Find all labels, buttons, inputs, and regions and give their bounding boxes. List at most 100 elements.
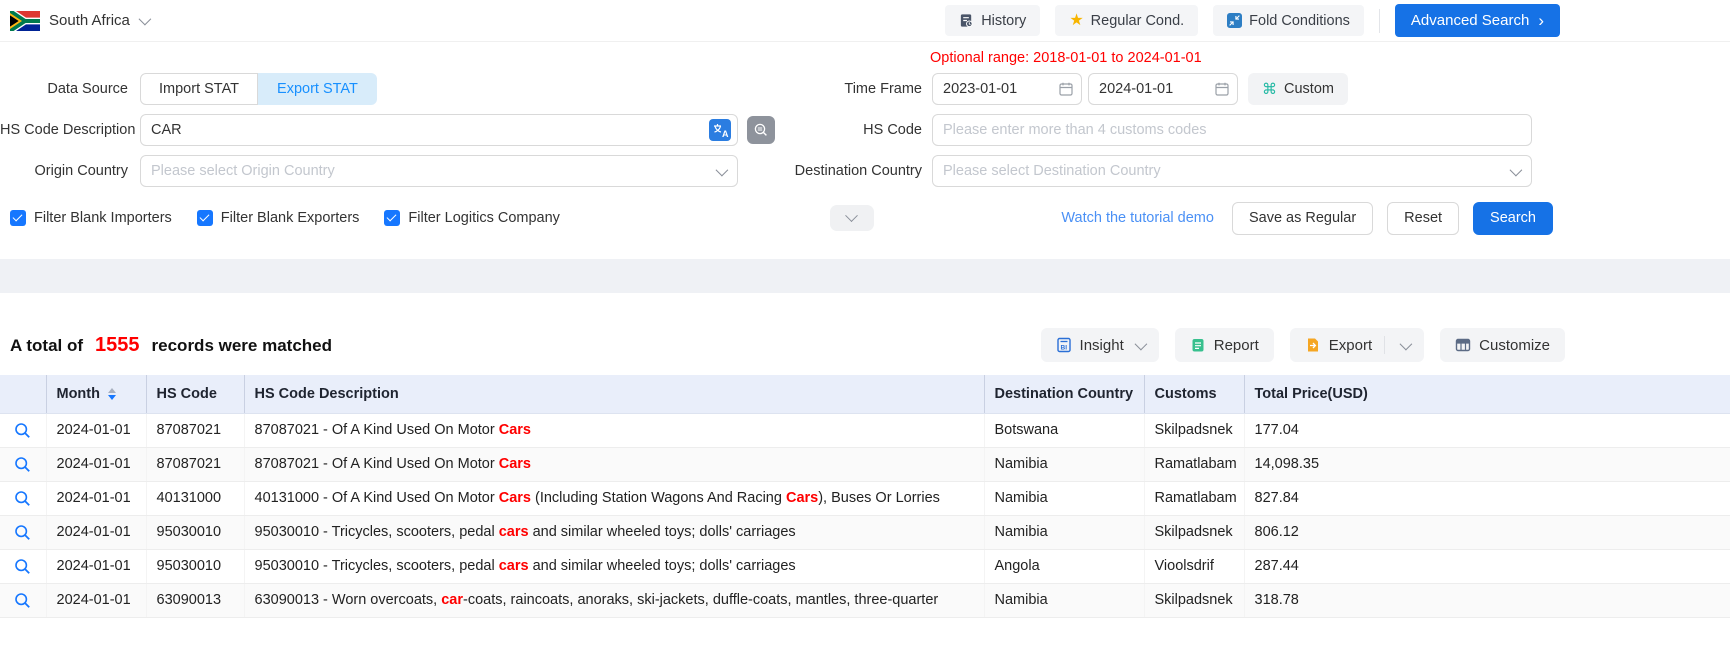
reset-button[interactable]: Reset [1387, 202, 1459, 235]
row-month: 2024-01-01 [46, 481, 146, 515]
magnifier-icon[interactable] [14, 456, 31, 473]
country-selector[interactable]: South Africa [10, 11, 148, 31]
table-row: 2024-01-01 95030010 95030010 - Tricycles… [0, 549, 1730, 583]
search-button[interactable]: Search [1473, 202, 1553, 235]
row-total-price: 318.78 [1244, 583, 1730, 617]
save-as-regular-button[interactable]: Save as Regular [1232, 202, 1373, 235]
row-total-price: 14,098.35 [1244, 447, 1730, 481]
row-month: 2024-01-01 [46, 515, 146, 549]
checkbox-checked-icon [10, 210, 26, 226]
export-icon [1305, 337, 1321, 353]
row-total-price: 177.04 [1244, 413, 1730, 447]
filter-logitics-company-label: Filter Logitics Company [408, 210, 560, 226]
origin-country-select[interactable] [140, 155, 738, 187]
table-header-row: Month HS Code HS Code Description Destin… [0, 375, 1730, 413]
row-hs-code: 63090013 [146, 583, 244, 617]
export-stat-tab[interactable]: Export STAT [258, 73, 377, 105]
magnifier-icon[interactable] [14, 422, 31, 439]
row-destination-country: Namibia [984, 447, 1144, 481]
row-destination-country: Botswana [984, 413, 1144, 447]
advanced-search-button[interactable]: Advanced Search › [1395, 4, 1560, 37]
history-label: History [981, 13, 1026, 29]
row-customs: Ramatlabam [1144, 447, 1244, 481]
checkbox-checked-icon [197, 210, 213, 226]
filter-blank-exporters-label: Filter Blank Exporters [221, 210, 360, 226]
filter-logitics-company-checkbox[interactable]: Filter Logitics Company [384, 210, 560, 226]
filter-blank-importers-checkbox[interactable]: Filter Blank Importers [10, 210, 172, 226]
customize-button[interactable]: Customize [1440, 328, 1565, 362]
chevron-down-icon[interactable] [1400, 337, 1413, 350]
export-button[interactable]: Export [1290, 328, 1424, 362]
sort-icon[interactable] [108, 388, 116, 400]
row-hs-code: 40131000 [146, 481, 244, 515]
row-description: 40131000 - Of A Kind Used On Motor Cars … [244, 481, 984, 515]
table-row: 2024-01-01 95030010 95030010 - Tricycles… [0, 515, 1730, 549]
fold-conditions-icon [1227, 13, 1242, 28]
month-column-header[interactable]: Month [46, 375, 146, 413]
svg-text:BI: BI [1060, 345, 1067, 352]
fold-conditions-button[interactable]: Fold Conditions [1213, 5, 1364, 36]
country-name: South Africa [49, 12, 130, 29]
time-frame-label: Time Frame [790, 81, 932, 97]
filter-blank-exporters-checkbox[interactable]: Filter Blank Exporters [197, 210, 360, 226]
chevron-down-icon [138, 13, 151, 26]
translate-icon[interactable]: A [709, 119, 731, 141]
fold-conditions-label: Fold Conditions [1249, 13, 1350, 29]
history-button[interactable]: History [945, 5, 1040, 36]
custom-range-icon: ⌘ [1262, 80, 1277, 98]
row-hs-code: 95030010 [146, 549, 244, 583]
custom-range-button[interactable]: ⌘ Custom [1248, 73, 1348, 105]
destination-country-select[interactable] [932, 155, 1532, 187]
insight-label: Insight [1080, 337, 1124, 354]
origin-country-label: Origin Country [0, 163, 140, 179]
summary-prefix: A total of [10, 336, 83, 356]
magnifier-icon[interactable] [14, 490, 31, 507]
toolbar-divider [1379, 9, 1380, 33]
fuzzy-match-icon[interactable] [747, 116, 775, 144]
regular-cond-button[interactable]: ★ Regular Cond. [1055, 5, 1198, 36]
insight-button[interactable]: BI Insight [1041, 328, 1159, 362]
magnifier-icon[interactable] [14, 558, 31, 575]
row-hs-code: 87087021 [146, 447, 244, 481]
south-africa-flag-icon [10, 11, 40, 31]
row-detail-cell [0, 413, 46, 447]
import-stat-tab[interactable]: Import STAT [140, 73, 258, 105]
row-detail-cell [0, 515, 46, 549]
row-description: 87087021 - Of A Kind Used On Motor Cars [244, 447, 984, 481]
row-detail-cell [0, 447, 46, 481]
advanced-search-label: Advanced Search [1411, 12, 1529, 29]
history-icon [959, 13, 974, 28]
optional-range-hint: Optional range: 2018-01-01 to 2024-01-01 [930, 50, 1730, 69]
tutorial-demo-link[interactable]: Watch the tutorial demo [1061, 210, 1214, 226]
button-divider [1384, 336, 1385, 354]
row-description: 95030010 - Tricycles, scooters, pedal ca… [244, 549, 984, 583]
hs-code-description-input[interactable] [140, 114, 738, 146]
checkbox-checked-icon [384, 210, 400, 226]
data-source-label: Data Source [0, 81, 140, 97]
row-total-price: 287.44 [1244, 549, 1730, 583]
summary-suffix: records were matched [152, 336, 332, 356]
magnifier-icon[interactable] [14, 592, 31, 609]
customs-column-header: Customs [1144, 375, 1244, 413]
report-label: Report [1214, 337, 1259, 354]
custom-range-label: Custom [1284, 81, 1334, 97]
row-month: 2024-01-01 [46, 549, 146, 583]
export-label: Export [1329, 337, 1372, 354]
table-row: 2024-01-01 87087021 87087021 - Of A Kind… [0, 413, 1730, 447]
total-price-column-header: Total Price(USD) [1244, 375, 1730, 413]
expand-conditions-button[interactable] [830, 205, 874, 231]
results-section: A total of 1555 records were matched BI … [0, 293, 1730, 618]
report-button[interactable]: Report [1175, 328, 1274, 362]
row-destination-country: Angola [984, 549, 1144, 583]
row-customs: Vioolsdrif [1144, 549, 1244, 583]
magnifier-icon[interactable] [14, 524, 31, 541]
section-divider [0, 259, 1730, 293]
row-detail-cell [0, 481, 46, 515]
destination-country-label: Destination Country [790, 163, 932, 179]
row-customs: Skilpadsnek [1144, 515, 1244, 549]
month-header-label: Month [57, 386, 100, 402]
chevron-down-icon [1134, 337, 1147, 350]
row-customs: Skilpadsnek [1144, 583, 1244, 617]
row-month: 2024-01-01 [46, 583, 146, 617]
hs-code-input[interactable] [932, 114, 1532, 146]
